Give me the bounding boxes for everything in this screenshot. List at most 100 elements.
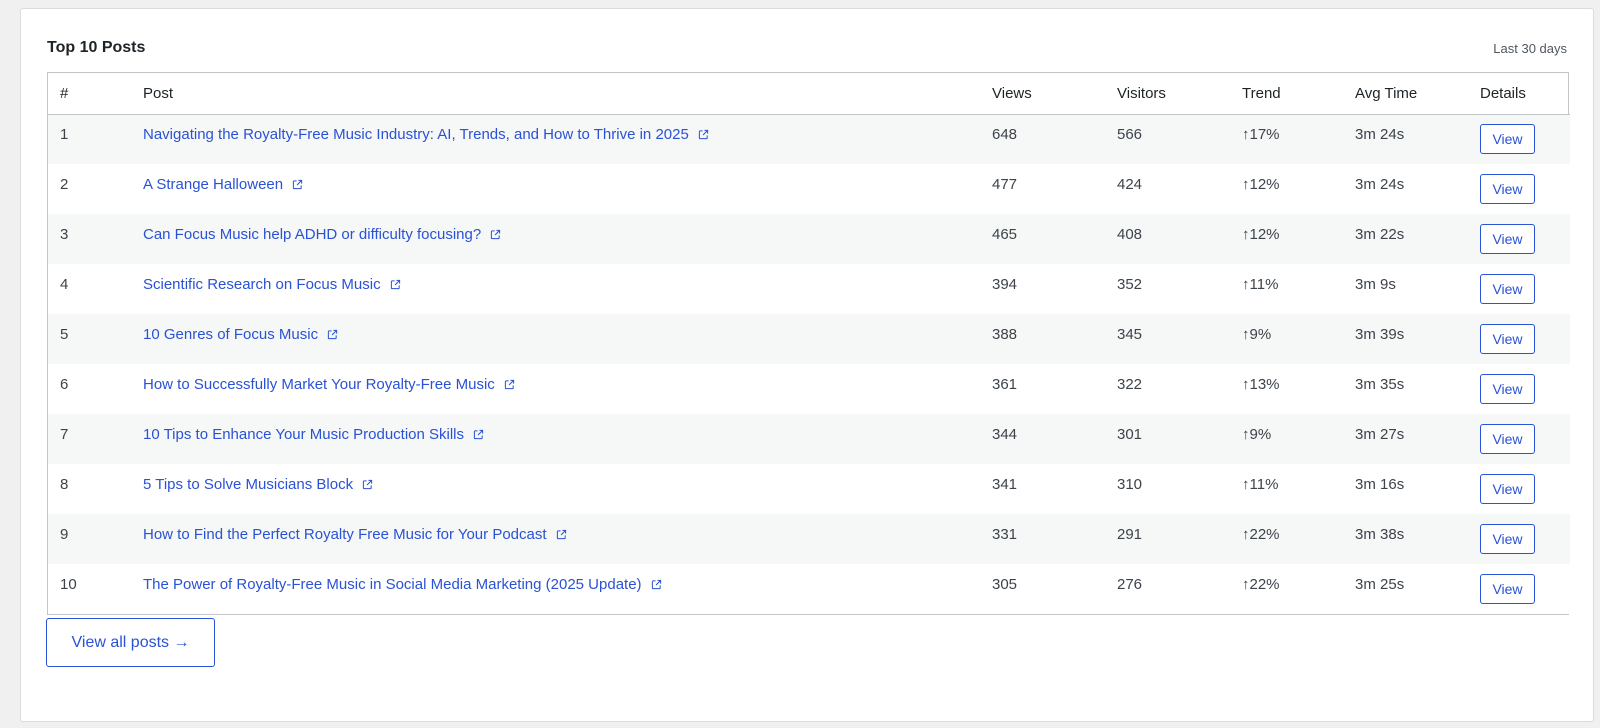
row-views: 465: [992, 225, 1018, 243]
table-header-row: # Post Views Visitors Trend Avg Time Det…: [48, 73, 1570, 115]
table-row: 3 Can Focus Music help ADHD or difficult…: [48, 214, 1570, 264]
external-link-icon[interactable]: [390, 279, 401, 290]
header-rank: #: [48, 73, 131, 115]
view-all-posts-button[interactable]: View all posts →: [46, 618, 215, 667]
row-visitors: 566: [1117, 125, 1143, 143]
date-range-label: Last 30 days: [1493, 40, 1567, 56]
row-trend: ↑9%: [1242, 425, 1272, 443]
external-link-icon[interactable]: [473, 429, 484, 440]
table-row: 5 10 Genres of Focus Music 388 345 ↑9% 3…: [48, 314, 1570, 364]
table-row: 1 Navigating the Royalty-Free Music Indu…: [48, 114, 1570, 164]
header-details: Details: [1468, 73, 1570, 115]
row-view-button[interactable]: View: [1480, 274, 1535, 304]
row-view-button[interactable]: View: [1480, 474, 1535, 504]
table-row: 9 How to Find the Perfect Royalty Free M…: [48, 514, 1570, 564]
row-views: 361: [992, 375, 1018, 393]
row-visitors: 310: [1117, 475, 1143, 493]
row-trend: ↑11%: [1242, 275, 1279, 293]
row-view-button[interactable]: View: [1480, 374, 1535, 404]
top-posts-table: # Post Views Visitors Trend Avg Time Det…: [47, 72, 1570, 615]
row-trend: ↑12%: [1242, 225, 1280, 243]
header-visitors: Visitors: [1105, 73, 1230, 115]
external-link-icon[interactable]: [292, 179, 303, 190]
row-visitors: 301: [1117, 425, 1143, 443]
external-link-icon[interactable]: [651, 579, 662, 590]
row-view-button[interactable]: View: [1480, 224, 1535, 254]
row-rank: 1: [60, 125, 69, 143]
row-avg-time: 3m 27s: [1355, 425, 1405, 443]
external-link-icon[interactable]: [362, 479, 373, 490]
row-view-button[interactable]: View: [1480, 424, 1535, 454]
post-title-link[interactable]: A Strange Halloween: [143, 176, 283, 193]
row-avg-time: 3m 24s: [1355, 125, 1405, 143]
row-rank: 10: [60, 575, 77, 593]
row-trend: ↑13%: [1242, 375, 1280, 393]
post-title-link[interactable]: 10 Genres of Focus Music: [143, 326, 318, 343]
post-title-link[interactable]: The Power of Royalty-Free Music in Socia…: [143, 576, 642, 593]
post-title-link[interactable]: 10 Tips to Enhance Your Music Production…: [143, 426, 464, 443]
row-views: 388: [992, 325, 1018, 343]
header-post: Post: [131, 73, 980, 115]
post-title-link[interactable]: How to Successfully Market Your Royalty-…: [143, 376, 495, 393]
row-avg-time: 3m 38s: [1355, 525, 1405, 543]
row-views: 305: [992, 575, 1018, 593]
row-views: 344: [992, 425, 1018, 443]
row-trend: ↑9%: [1242, 325, 1272, 343]
row-view-button[interactable]: View: [1480, 174, 1535, 204]
row-avg-time: 3m 35s: [1355, 375, 1405, 393]
row-views: 394: [992, 275, 1018, 293]
row-trend: ↑17%: [1242, 125, 1280, 143]
external-link-icon[interactable]: [698, 129, 709, 140]
post-title-link[interactable]: Can Focus Music help ADHD or difficulty …: [143, 226, 481, 243]
header-avg-time: Avg Time: [1343, 73, 1468, 115]
row-avg-time: 3m 39s: [1355, 325, 1405, 343]
header-trend: Trend: [1230, 73, 1343, 115]
row-visitors: 345: [1117, 325, 1143, 343]
row-rank: 8: [60, 475, 69, 493]
row-trend: ↑22%: [1242, 575, 1280, 593]
row-avg-time: 3m 16s: [1355, 475, 1405, 493]
row-view-button[interactable]: View: [1480, 574, 1535, 604]
row-views: 477: [992, 175, 1018, 193]
row-avg-time: 3m 24s: [1355, 175, 1405, 193]
row-visitors: 291: [1117, 525, 1143, 543]
card-header: Top 10 Posts Last 30 days: [47, 35, 1567, 61]
row-avg-time: 3m 22s: [1355, 225, 1405, 243]
header-views: Views: [980, 73, 1105, 115]
post-title-link[interactable]: Scientific Research on Focus Music: [143, 276, 381, 293]
row-trend: ↑22%: [1242, 525, 1280, 543]
row-rank: 9: [60, 525, 69, 543]
row-trend: ↑12%: [1242, 175, 1280, 193]
external-link-icon[interactable]: [556, 529, 567, 540]
row-visitors: 424: [1117, 175, 1143, 193]
table-row: 6 How to Successfully Market Your Royalt…: [48, 364, 1570, 414]
row-rank: 6: [60, 375, 69, 393]
external-link-icon[interactable]: [490, 229, 501, 240]
row-visitors: 276: [1117, 575, 1143, 593]
top-posts-card: Top 10 Posts Last 30 days # Post Views V…: [20, 8, 1594, 722]
card-title: Top 10 Posts: [47, 39, 146, 56]
table-row: 10 The Power of Royalty-Free Music in So…: [48, 564, 1570, 614]
row-rank: 2: [60, 175, 69, 193]
external-link-icon[interactable]: [504, 379, 515, 390]
post-title-link[interactable]: Navigating the Royalty-Free Music Indust…: [143, 126, 689, 143]
row-visitors: 352: [1117, 275, 1143, 293]
row-trend: ↑11%: [1242, 475, 1279, 493]
row-view-button[interactable]: View: [1480, 524, 1535, 554]
row-visitors: 322: [1117, 375, 1143, 393]
external-link-icon[interactable]: [327, 329, 338, 340]
row-view-button[interactable]: View: [1480, 124, 1535, 155]
table-row: 7 10 Tips to Enhance Your Music Producti…: [48, 414, 1570, 464]
row-rank: 5: [60, 325, 69, 343]
row-views: 648: [992, 125, 1018, 143]
table-row: 2 A Strange Halloween 477 424 ↑12% 3m 24…: [48, 164, 1570, 214]
row-views: 341: [992, 475, 1018, 493]
row-avg-time: 3m 9s: [1355, 275, 1396, 293]
table-row: 4 Scientific Research on Focus Music 394…: [48, 264, 1570, 314]
table-row: 8 5 Tips to Solve Musicians Block 341 31…: [48, 464, 1570, 514]
post-title-link[interactable]: How to Find the Perfect Royalty Free Mus…: [143, 526, 547, 543]
row-view-button[interactable]: View: [1480, 324, 1535, 354]
post-title-link[interactable]: 5 Tips to Solve Musicians Block: [143, 476, 353, 493]
row-views: 331: [992, 525, 1018, 543]
row-avg-time: 3m 25s: [1355, 575, 1405, 593]
